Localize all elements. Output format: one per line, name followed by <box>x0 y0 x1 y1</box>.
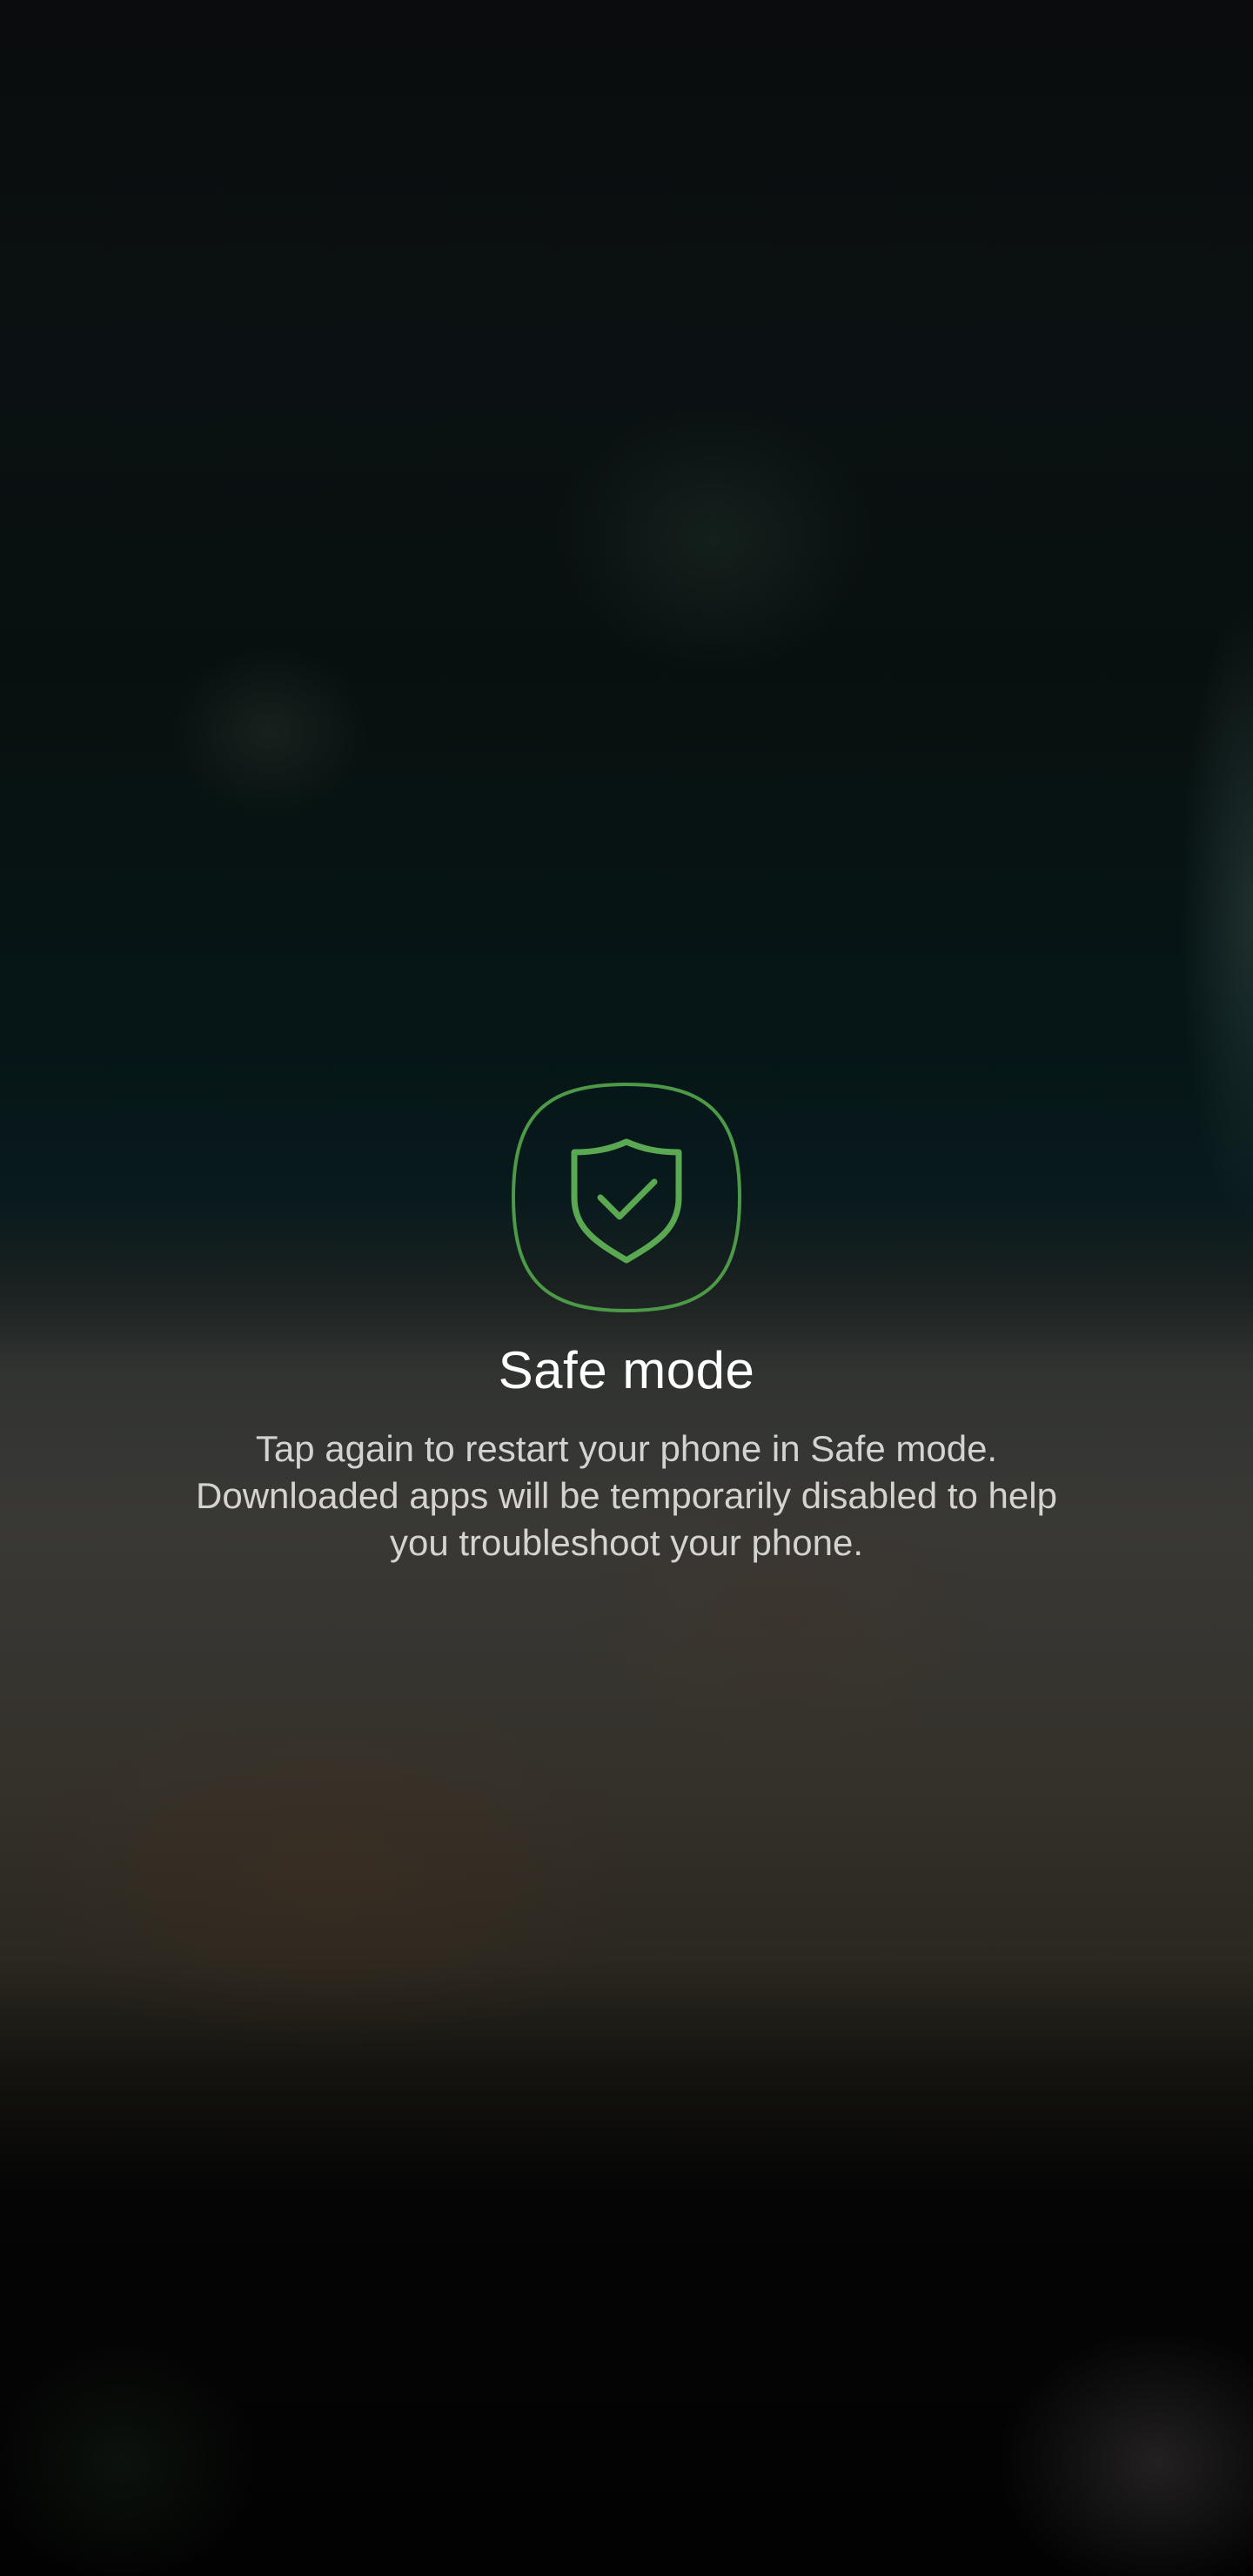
safe-mode-description: Tap again to restart your phone in Safe … <box>196 1428 1057 1563</box>
safe-mode-prompt: Safe mode Tap again to restart your phon… <box>0 1083 1253 1566</box>
safe-mode-title: Safe mode <box>498 1341 755 1399</box>
safe-mode-screen: Safe mode Tap again to restart your phon… <box>0 0 1253 2576</box>
safe-mode-button[interactable] <box>512 1083 741 1312</box>
shield-check-icon <box>512 1083 741 1312</box>
